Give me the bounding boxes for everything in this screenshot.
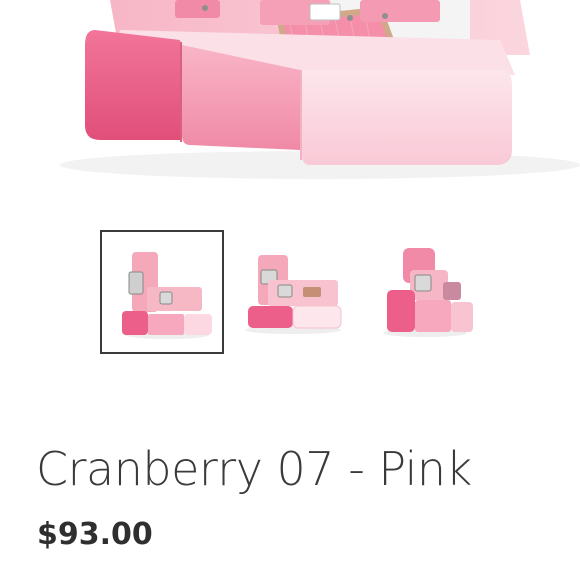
sandal-front-thumbnail	[245, 255, 342, 334]
product-page: Cranberry 07 - Pink $93.00	[0, 0, 580, 580]
sandal-back-thumbnail	[383, 248, 473, 337]
product-main-image[interactable]	[0, 0, 580, 195]
thumbnail-gallery	[0, 225, 580, 360]
product-price: $93.00	[37, 517, 153, 552]
sandal-main-illustration	[60, 0, 580, 179]
sandal-side-thumbnail	[122, 252, 212, 339]
thumbnail-1[interactable]	[100, 230, 224, 354]
thumbnail-3[interactable]	[365, 230, 489, 354]
product-title: Cranberry 07 - Pink	[36, 442, 472, 496]
thumbnail-2[interactable]	[233, 230, 357, 354]
